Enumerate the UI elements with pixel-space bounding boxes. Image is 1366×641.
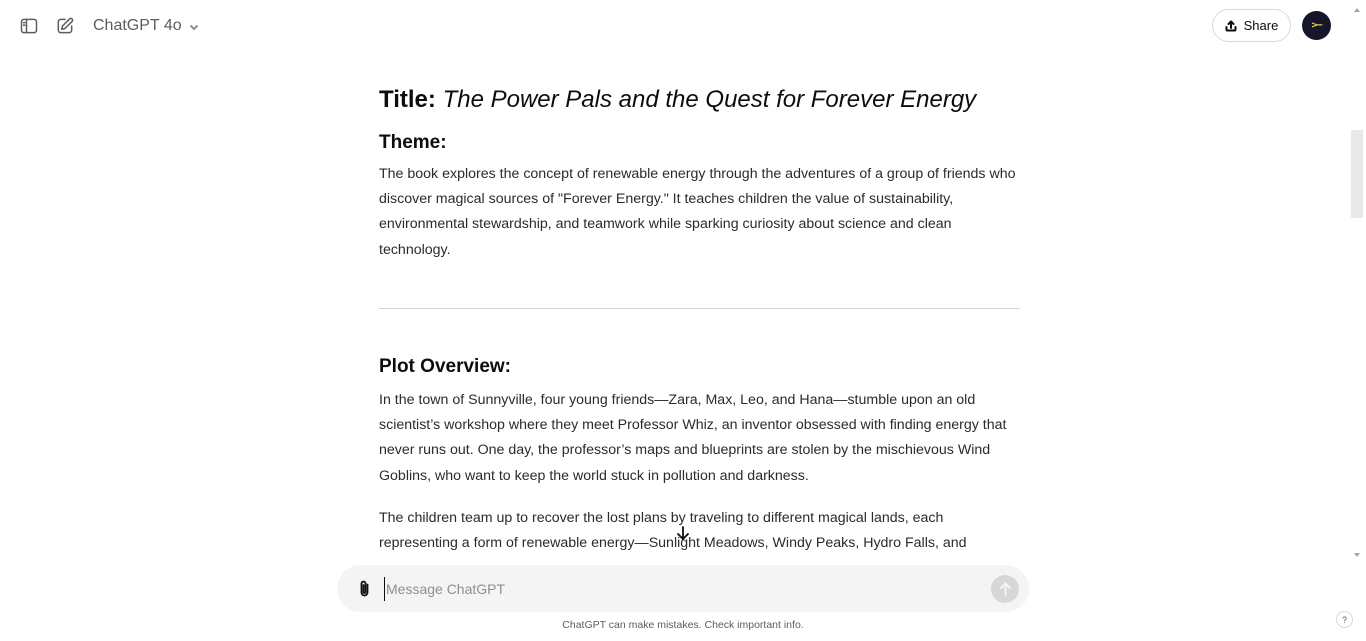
arrow-down-icon — [677, 526, 689, 540]
plot-paragraph-2: The children team up to recover the lost… — [379, 509, 967, 552]
scrollbar[interactable] — [1350, 0, 1364, 562]
assistant-message: Title: The Power Pals and the Quest for … — [379, 84, 1020, 263]
chevron-down-icon — [188, 20, 200, 32]
avatar-glyph: >− — [1311, 20, 1322, 31]
send-button[interactable] — [991, 575, 1019, 603]
sidebar-toggle-icon[interactable] — [17, 14, 41, 38]
section-divider — [379, 308, 1020, 309]
message-input[interactable] — [384, 577, 974, 601]
top-bar: ChatGPT 4o Share >− — [0, 0, 1366, 52]
plot-paragraph-1: In the town of Sunnyville, four young fr… — [379, 392, 1007, 484]
attach-button[interactable] — [354, 578, 374, 598]
book-title: The Power Pals and the Quest for Forever… — [442, 86, 977, 113]
new-chat-icon[interactable] — [53, 14, 77, 38]
avatar[interactable]: >− — [1302, 11, 1331, 40]
share-label: Share — [1243, 18, 1279, 33]
theme-paragraph: The book explores the concept of renewab… — [379, 166, 1016, 258]
paperclip-icon — [360, 580, 368, 596]
model-selector[interactable]: ChatGPT 4o — [93, 15, 200, 37]
share-button[interactable]: Share — [1212, 9, 1291, 42]
scroll-to-bottom-button[interactable] — [675, 524, 691, 542]
plot-section: Plot Overview: In the town of Sunnyville… — [379, 354, 1020, 556]
document-title: Title: The Power Pals and the Quest for … — [379, 84, 1020, 116]
model-name: ChatGPT 4o — [93, 17, 182, 34]
theme-heading: Theme: — [379, 132, 447, 153]
arrow-up-icon — [999, 582, 1011, 596]
scroll-up-arrow-icon[interactable] — [1353, 7, 1361, 13]
help-glyph: ? — [1341, 614, 1347, 625]
share-icon — [1225, 20, 1237, 31]
disclaimer-text: ChatGPT can make mistakes. Check importa… — [562, 619, 804, 631]
help-button[interactable]: ? — [1336, 611, 1353, 628]
scrollbar-thumb[interactable] — [1351, 130, 1363, 218]
scroll-down-arrow-icon[interactable] — [1353, 552, 1361, 558]
plot-heading: Plot Overview: — [379, 356, 511, 377]
message-composer — [337, 565, 1029, 612]
title-prefix: Title: — [379, 86, 436, 113]
